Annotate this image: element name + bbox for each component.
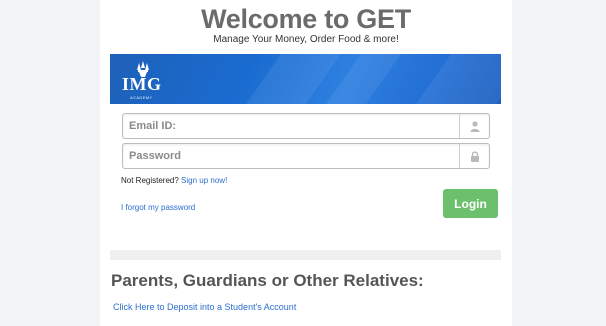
- password-input[interactable]: [129, 144, 454, 168]
- sign-up-link[interactable]: Sign up now!: [181, 176, 227, 185]
- logo-text: IMG: [122, 74, 162, 94]
- section-divider: [110, 250, 501, 260]
- parents-heading: Parents, Guardians or Other Relatives:: [111, 271, 424, 290]
- brand-banner: IMG ACADEMY: [110, 54, 501, 104]
- logo-subtext: ACADEMY: [130, 95, 153, 100]
- page-subtitle: Manage Your Money, Order Food & more!: [213, 34, 399, 45]
- password-field: [122, 143, 490, 169]
- email-field: [122, 113, 490, 139]
- user-icon: [459, 114, 489, 138]
- register-text: Not Registered?: [121, 176, 179, 185]
- main-panel: Welcome to GET Manage Your Money, Order …: [100, 0, 512, 326]
- forgot-password-link[interactable]: I forgot my password: [121, 203, 195, 212]
- email-input[interactable]: [129, 114, 454, 138]
- deposit-link[interactable]: Click Here to Deposit into a Student's A…: [113, 302, 296, 312]
- login-button[interactable]: Login: [443, 189, 498, 218]
- lock-icon: [459, 144, 489, 168]
- register-prompt: Not Registered? Sign up now!: [121, 176, 227, 185]
- page-title: Welcome to GET: [201, 4, 411, 34]
